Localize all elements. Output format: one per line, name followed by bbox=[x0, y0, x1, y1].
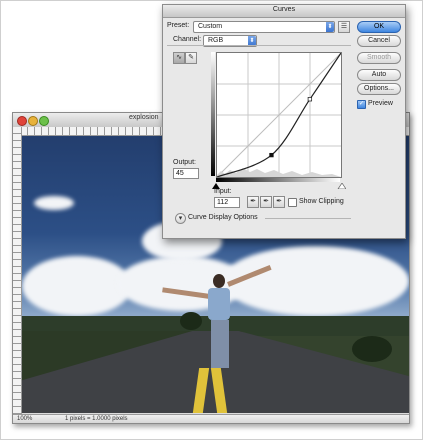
input-label: Input: bbox=[214, 188, 232, 195]
tree-shape bbox=[352, 336, 392, 362]
cloud-shape bbox=[222, 246, 409, 316]
input-field[interactable]: 112 bbox=[214, 197, 240, 208]
auto-button[interactable]: Auto bbox=[357, 69, 401, 81]
curve-svg bbox=[216, 52, 342, 178]
show-clipping-label[interactable]: Show Clipping bbox=[299, 198, 344, 205]
smooth-button[interactable]: Smooth bbox=[357, 52, 401, 64]
document-title: explosion bbox=[129, 114, 159, 121]
minimize-window-icon[interactable] bbox=[28, 116, 38, 126]
person-head bbox=[213, 274, 225, 288]
preset-value: Custom bbox=[198, 23, 223, 30]
curves-title: Curves bbox=[272, 6, 296, 13]
ok-button[interactable]: OK bbox=[357, 21, 401, 33]
input-slider-track[interactable] bbox=[212, 183, 346, 189]
preset-label: Preset: bbox=[167, 22, 190, 29]
curves-dialog: Curves Preset: Custom ⬍ ☰ Channel: RGB ⬍… bbox=[162, 4, 406, 239]
white-point-slider-icon bbox=[337, 183, 346, 189]
curve-display-options-label[interactable]: Curve Display Options bbox=[188, 214, 258, 221]
channel-value: RGB bbox=[208, 37, 224, 44]
curve-control-point[interactable] bbox=[269, 152, 274, 158]
status-info[interactable]: 1 pixels = 1.0000 pixels bbox=[65, 416, 128, 422]
white-eyedropper-icon[interactable]: ✒ bbox=[273, 196, 285, 208]
preview-label[interactable]: Preview bbox=[368, 100, 393, 107]
preview-checkbox[interactable]: ✓ bbox=[357, 100, 366, 109]
options-button[interactable]: Options... bbox=[357, 83, 401, 95]
input-gradient-bar bbox=[216, 178, 340, 182]
vertical-ruler[interactable] bbox=[13, 127, 22, 415]
show-clipping-checkbox[interactable] bbox=[288, 198, 297, 207]
gray-eyedropper-icon[interactable]: ✒ bbox=[260, 196, 272, 208]
document-status-bar: 100% 1 pixels = 1.0000 pixels bbox=[13, 414, 409, 423]
close-window-icon[interactable] bbox=[17, 116, 27, 126]
disclosure-toggle-icon[interactable]: ▾ bbox=[175, 213, 186, 224]
curve-edit-points-icon[interactable]: ∿ bbox=[173, 52, 185, 64]
select-arrows-icon: ⬍ bbox=[326, 22, 334, 32]
separator-line bbox=[167, 45, 351, 46]
curves-titlebar[interactable]: Curves bbox=[163, 5, 405, 18]
black-eyedropper-icon[interactable]: ✒ bbox=[247, 196, 259, 208]
pencil-draw-icon[interactable]: ✎ bbox=[185, 52, 197, 64]
preset-options-icon[interactable]: ☰ bbox=[338, 21, 350, 33]
separator-line bbox=[265, 218, 351, 219]
curves-graph[interactable] bbox=[216, 52, 342, 178]
tree-shape bbox=[180, 312, 202, 330]
person-body bbox=[208, 288, 230, 320]
person-legs bbox=[211, 320, 229, 368]
zoom-level[interactable]: 100% bbox=[17, 416, 32, 422]
preset-select[interactable]: Custom ⬍ bbox=[193, 21, 335, 33]
curve-control-point[interactable] bbox=[307, 97, 313, 102]
output-field[interactable]: 45 bbox=[173, 168, 199, 179]
channel-label: Channel: bbox=[173, 36, 202, 43]
cloud-shape bbox=[22, 256, 132, 316]
cancel-button[interactable]: Cancel bbox=[357, 35, 401, 47]
cloud-shape bbox=[34, 196, 74, 210]
output-label: Output: bbox=[173, 159, 196, 166]
output-gradient-bar bbox=[211, 52, 215, 176]
zoom-window-icon[interactable] bbox=[39, 116, 49, 126]
